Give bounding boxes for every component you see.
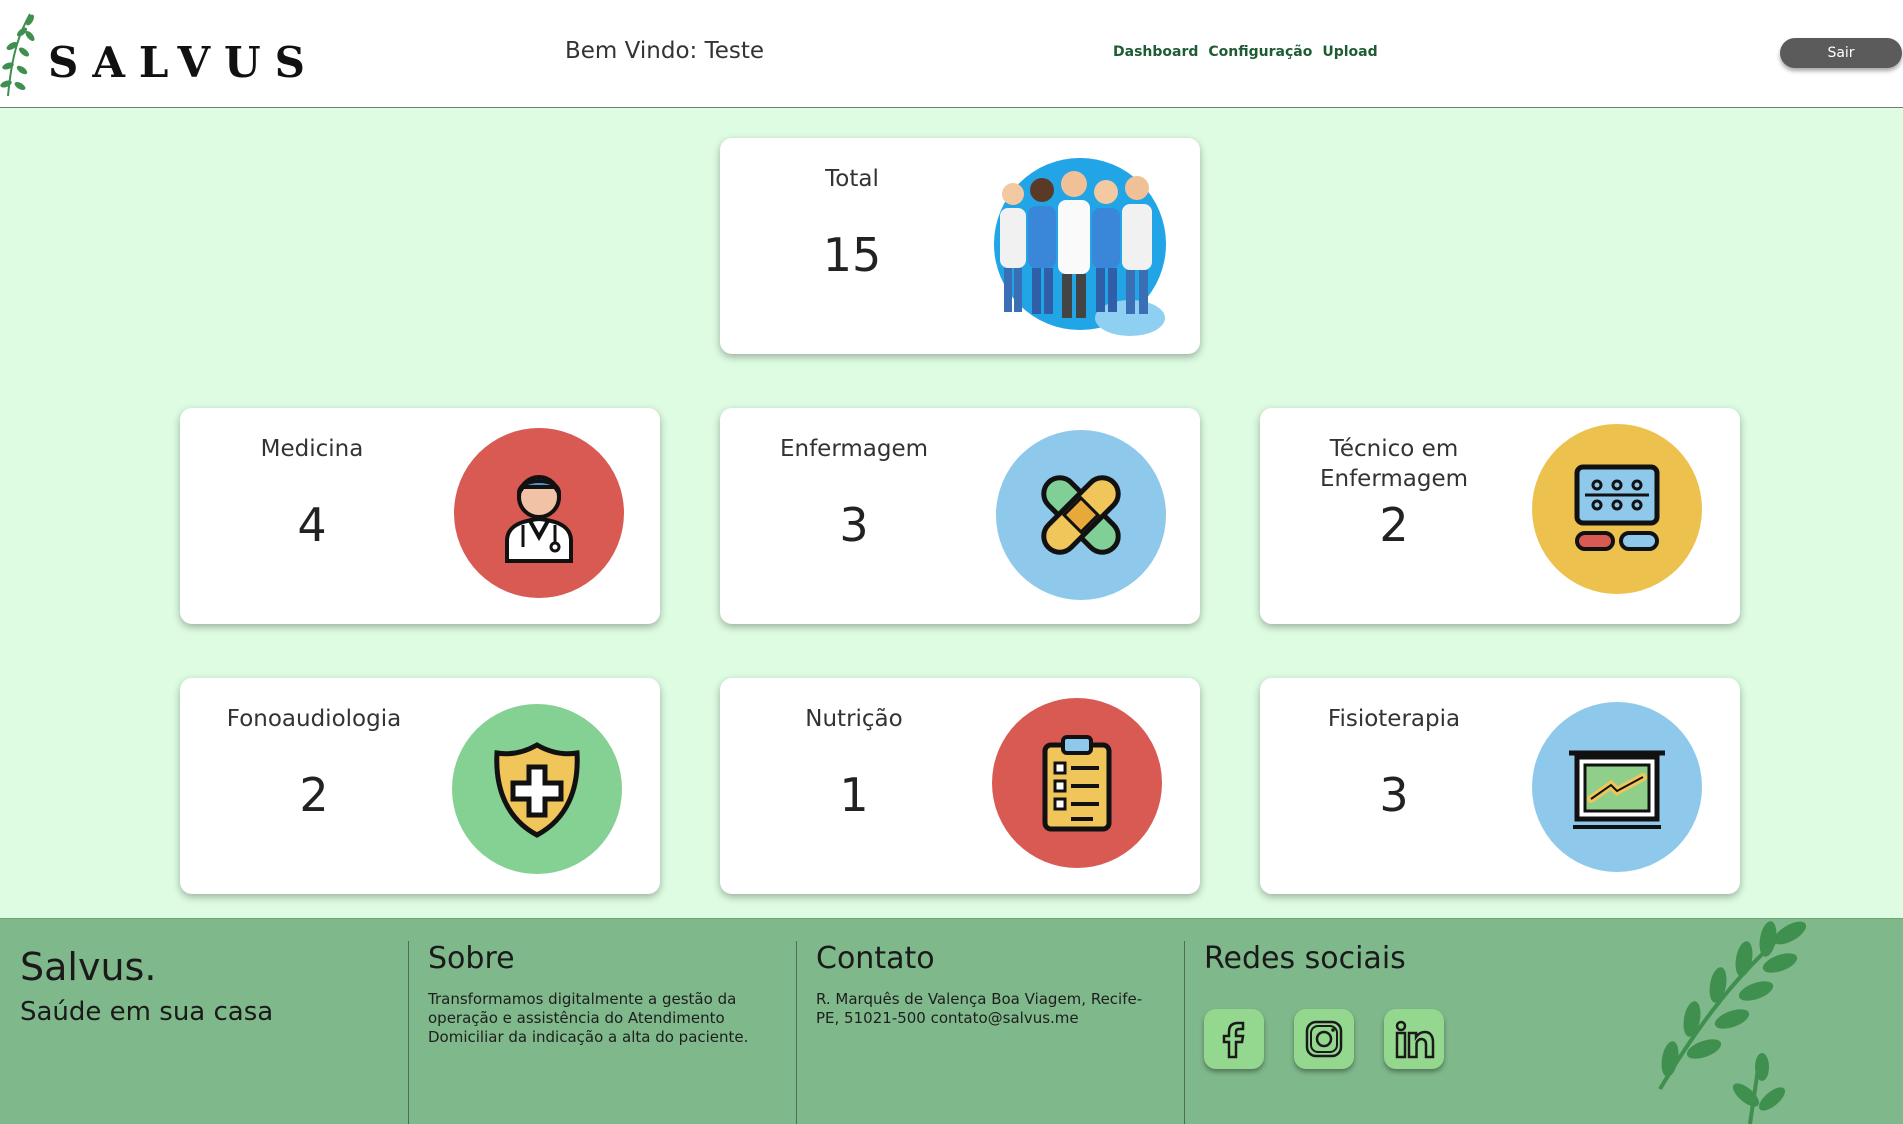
nav-upload[interactable]: Upload xyxy=(1322,44,1377,60)
card-value: 1 xyxy=(839,768,869,822)
doctor-icon xyxy=(454,428,624,598)
card-label: Nutrição xyxy=(805,706,903,732)
category-card: Técnico em Enfermagem 2 xyxy=(1260,408,1740,624)
logout-button[interactable]: Sair xyxy=(1780,38,1902,68)
card-value: 3 xyxy=(839,498,869,552)
nav-configuracao[interactable]: Configuração xyxy=(1208,44,1312,60)
footer-contact-title: Contato xyxy=(816,941,935,976)
category-card: Medicina 4 xyxy=(180,408,660,624)
medical-device-icon xyxy=(1532,424,1702,594)
total-card: Total 15 xyxy=(720,138,1200,354)
welcome-text: Bem Vindo: Teste xyxy=(565,38,765,64)
card-label: Total xyxy=(825,166,879,192)
brand-name: SALVUS xyxy=(48,38,320,87)
category-card: Fonoaudiologia 2 xyxy=(180,678,660,894)
footer-brand: Salvus. xyxy=(20,945,157,989)
linkedin-icon[interactable] xyxy=(1384,1009,1444,1069)
card-label: Enfermagem xyxy=(779,436,929,462)
category-card: Nutrição 1 xyxy=(720,678,1200,894)
footer-contact-text: R. Marquês de Valença Boa Viagem, Recife… xyxy=(816,990,1143,1027)
bandage-icon xyxy=(996,430,1166,600)
card-label: Técnico em Enfermagem xyxy=(1319,436,1469,492)
card-value: 15 xyxy=(822,228,882,282)
xray-joint-icon xyxy=(1532,702,1702,872)
card-value: 2 xyxy=(1379,498,1409,552)
category-card: Enfermagem 3 xyxy=(720,408,1200,624)
card-value: 2 xyxy=(299,768,329,822)
footer-contact: Contato R. Marquês de Valença Boa Viagem… xyxy=(816,941,1146,1124)
card-value: 4 xyxy=(297,498,327,552)
footer: Salvus. Saúde em sua casa Sobre Transfor… xyxy=(0,918,1903,1124)
footer-divider xyxy=(408,941,409,1124)
card-label: Medicina xyxy=(260,436,364,462)
category-card: Fisioterapia 3 xyxy=(1260,678,1740,894)
footer-about-text: Transformamos digitalmente a gestão da o… xyxy=(428,990,749,1046)
nav-dashboard[interactable]: Dashboard xyxy=(1113,44,1198,60)
main-nav: Dashboard Configuração Upload xyxy=(1113,44,1378,60)
footer-about-title: Sobre xyxy=(428,941,515,976)
footer-tagline: Saúde em sua casa xyxy=(20,997,274,1027)
card-label: Fisioterapia xyxy=(1327,706,1461,732)
leaf-branch-icon xyxy=(1658,921,1807,1124)
shield-plus-icon xyxy=(452,704,622,874)
medical-team-illustration xyxy=(994,158,1166,336)
instagram-icon[interactable] xyxy=(1294,1009,1354,1069)
card-value: 3 xyxy=(1379,768,1409,822)
clipboard-checklist-icon xyxy=(992,698,1162,868)
card-label: Fonoaudiologia xyxy=(226,706,402,732)
footer-social: Redes sociais xyxy=(1204,941,1504,1124)
facebook-icon[interactable] xyxy=(1204,1009,1264,1069)
footer-divider xyxy=(1184,941,1185,1124)
logo[interactable]: SALVUS xyxy=(0,10,305,100)
top-header: SALVUS Bem Vindo: Teste Dashboard Config… xyxy=(0,0,1903,108)
footer-social-title: Redes sociais xyxy=(1204,941,1406,976)
footer-divider xyxy=(796,941,797,1124)
footer-about: Sobre Transformamos digitalmente a gestã… xyxy=(428,941,758,1124)
leaf-branch-icon xyxy=(0,13,35,97)
